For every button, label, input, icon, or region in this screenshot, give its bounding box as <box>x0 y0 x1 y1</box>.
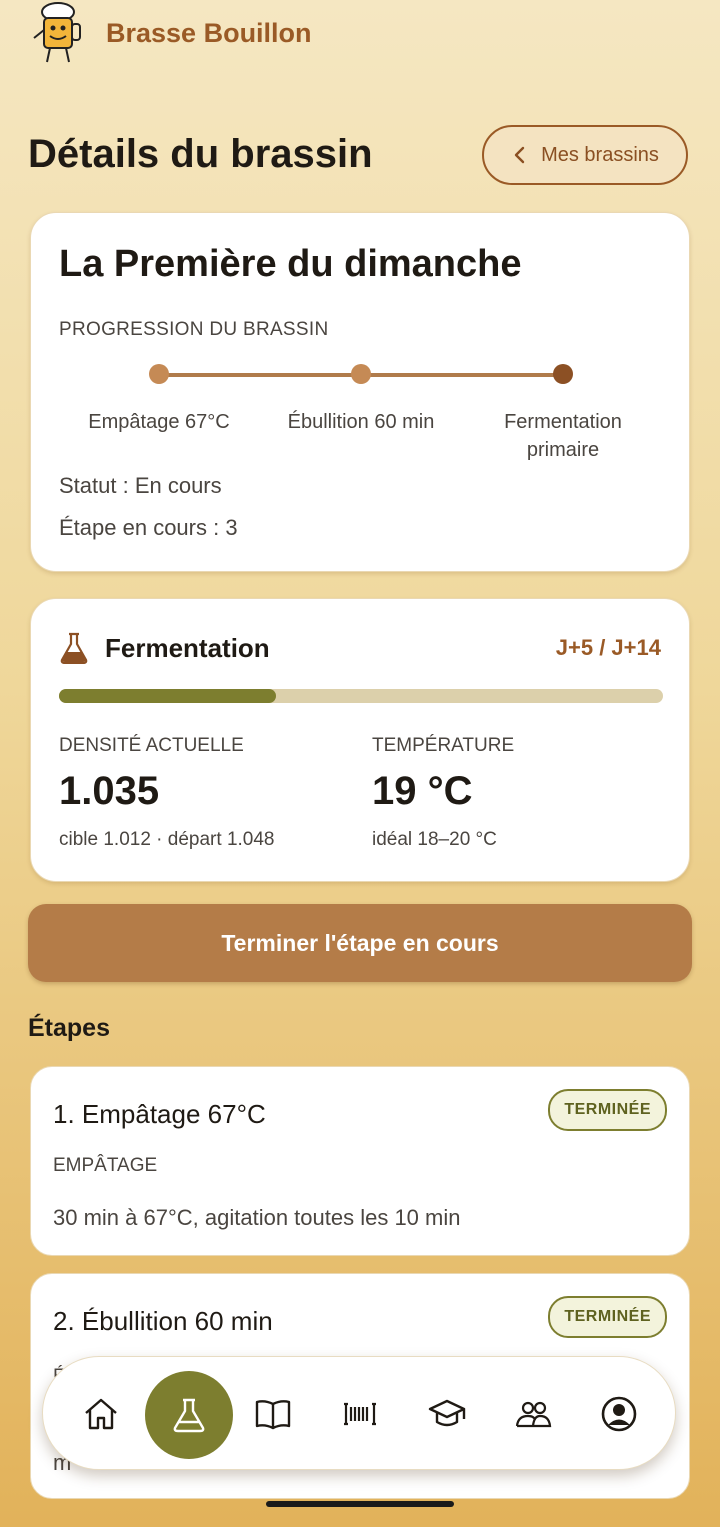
progress-dot-step-3 <box>553 364 573 384</box>
nav-scanner[interactable] <box>330 1357 390 1471</box>
temperature-ideal: idéal 18–20 °C <box>372 829 497 850</box>
step-card[interactable]: 1. Empâtage 67°C TERMINÉE EMPÂTAGE 30 mi… <box>30 1066 690 1256</box>
book-icon <box>255 1400 291 1430</box>
progress-step-label: Fermentation primaire <box>504 411 622 461</box>
density-label: DENSITÉ ACTUELLE <box>59 735 244 756</box>
fermentation-progress-bar <box>59 689 663 703</box>
progress-dot-step-1 <box>149 364 169 384</box>
progress-step-label: Empâtage 67°C <box>88 411 230 433</box>
brew-summary-card: La Première du dimanche PROGRESSION DU B… <box>30 212 690 572</box>
bottom-navigation <box>42 1356 676 1470</box>
progress-label: PROGRESSION DU BRASSIN <box>59 319 329 340</box>
flask-icon <box>60 632 88 664</box>
app-name: Brasse Bouillon <box>106 17 312 48</box>
back-to-brews-button[interactable]: Mes brassins <box>482 125 688 185</box>
status-badge: TERMINÉE <box>548 1296 667 1338</box>
profile-icon <box>601 1396 637 1432</box>
step-type: EMPÂTAGE <box>53 1155 158 1176</box>
home-indicator[interactable] <box>266 1501 454 1507</box>
current-step: Étape en cours : 3 <box>59 515 238 540</box>
step-description: 30 min à 67°C, agitation toutes les 10 m… <box>53 1205 461 1230</box>
community-icon <box>515 1401 552 1428</box>
home-icon <box>85 1398 117 1430</box>
steps-section-title: Étapes <box>28 1014 110 1042</box>
barcode-icon <box>344 1402 376 1426</box>
app-header: Brasse Bouillon <box>30 0 312 66</box>
page-title: Détails du brassin <box>28 132 373 176</box>
temperature-value: 19 °C <box>372 769 473 813</box>
step-title: 2. Ébullition 60 min <box>53 1306 273 1336</box>
fermentation-title: Fermentation <box>105 633 270 663</box>
fermentation-progress-fill <box>59 689 277 703</box>
flask-icon <box>173 1398 205 1433</box>
graduation-cap-icon <box>428 1399 466 1427</box>
temperature-label: TEMPÉRATURE <box>372 735 515 756</box>
density-value: 1.035 <box>59 769 160 813</box>
nav-recipes[interactable] <box>243 1357 303 1471</box>
brew-name: La Première du dimanche <box>59 243 522 285</box>
brew-status: Statut : En cours <box>59 473 222 498</box>
fermentation-card: Fermentation J+5 / J+14 DENSITÉ ACTUELLE… <box>30 598 690 882</box>
nav-learn[interactable] <box>417 1357 477 1471</box>
status-badge: TERMINÉE <box>548 1089 667 1131</box>
mascot-logo-icon <box>33 2 81 63</box>
finish-step-button[interactable]: Terminer l'étape en cours <box>28 904 692 982</box>
chevron-left-icon <box>514 146 525 164</box>
back-button-label: Mes brassins <box>541 143 659 166</box>
nav-profile[interactable] <box>589 1357 649 1471</box>
nav-community[interactable] <box>503 1357 563 1471</box>
nav-home[interactable] <box>71 1357 131 1471</box>
nav-brewing[interactable] <box>145 1371 233 1459</box>
density-target: cible 1.012 · départ 1.048 <box>59 829 275 850</box>
progress-dot-step-2 <box>351 364 371 384</box>
step-title: 1. Empâtage 67°C <box>53 1099 266 1129</box>
progress-step-label: Ébullition 60 min <box>287 411 435 433</box>
fermentation-days: J+5 / J+14 <box>555 635 661 660</box>
